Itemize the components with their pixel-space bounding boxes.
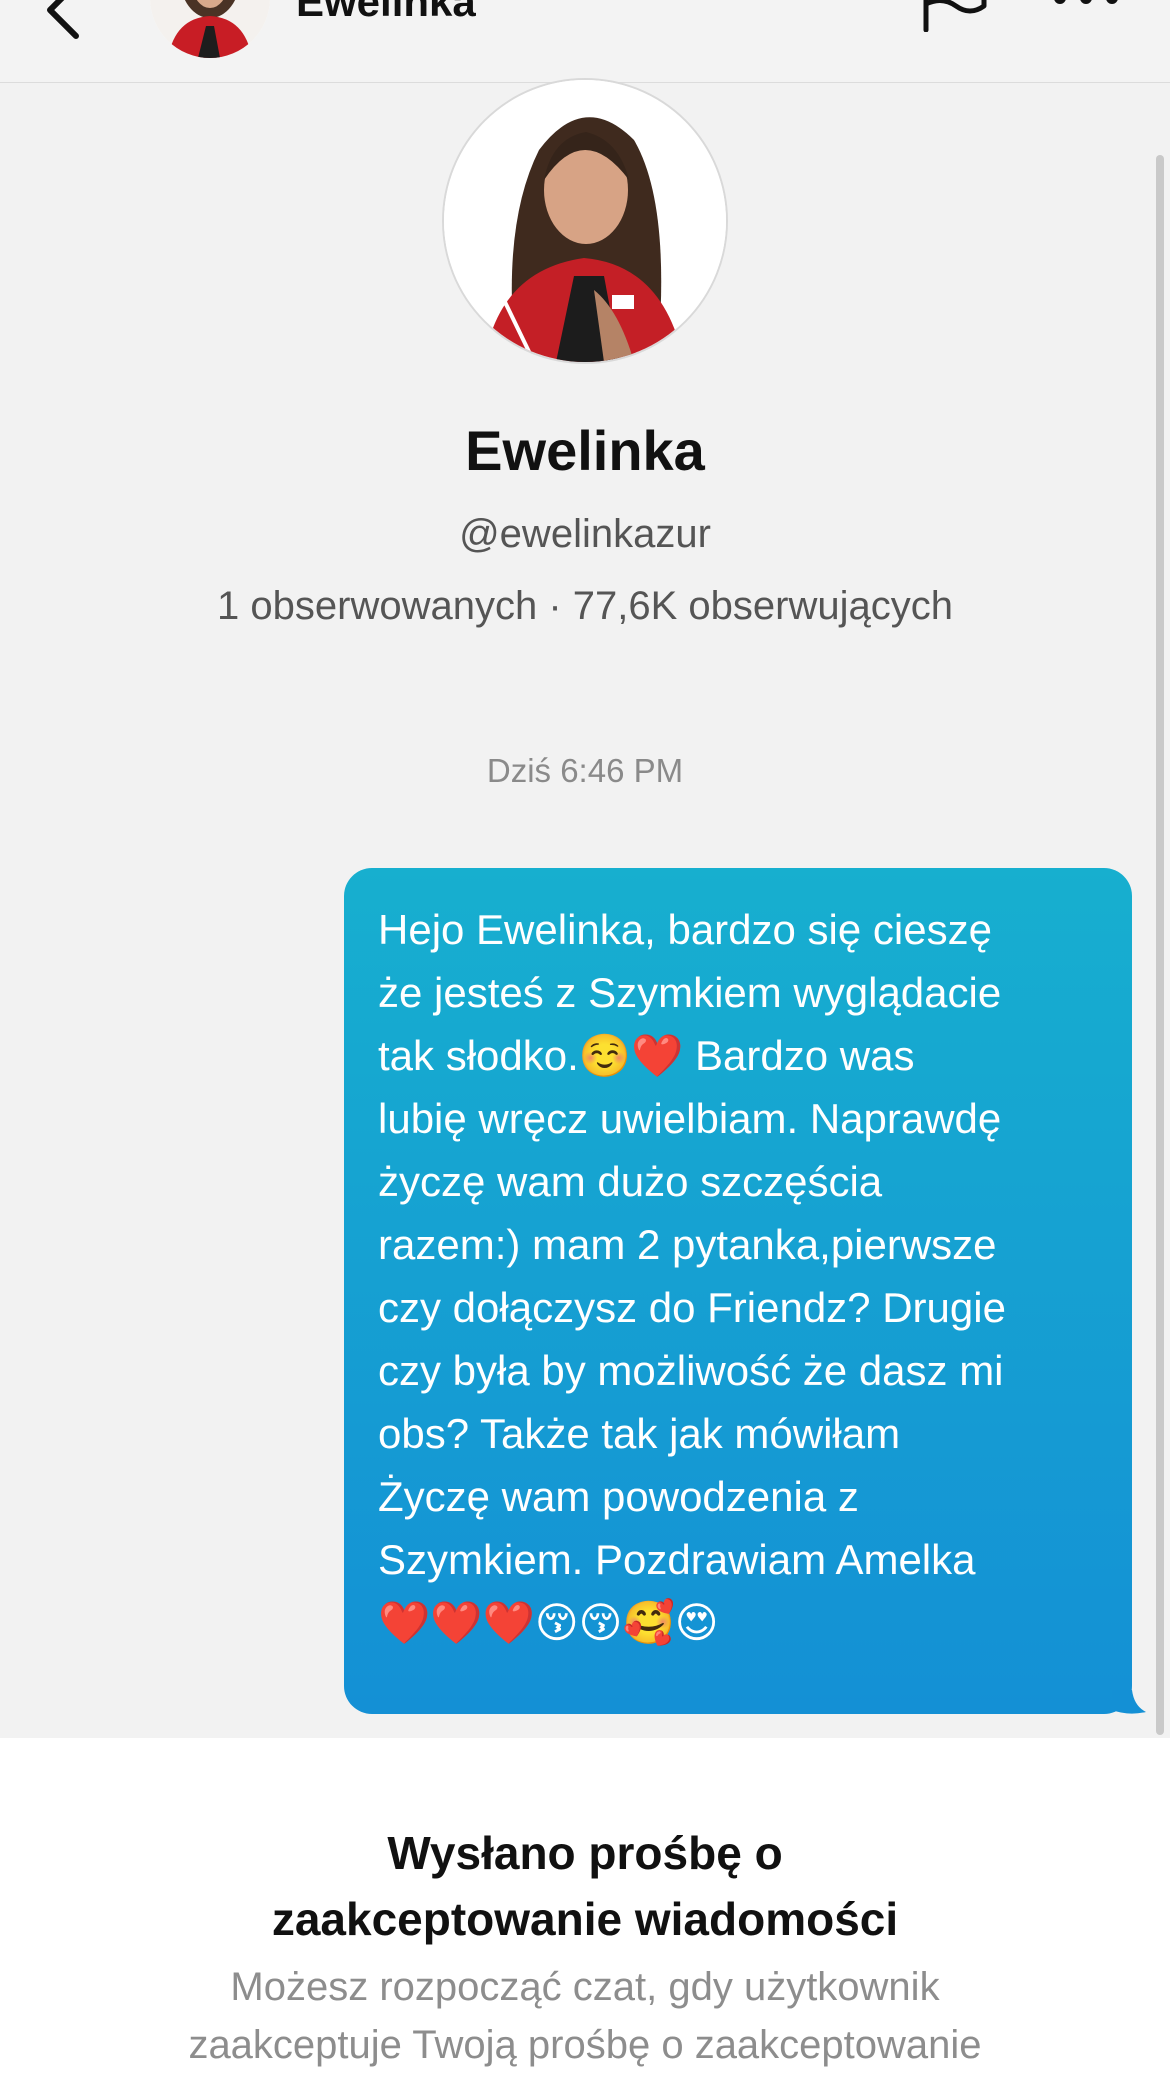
bubble-tail: [1112, 1690, 1146, 1714]
message-text: Hejo Ewelinka, bardzo się cieszę że jest…: [378, 906, 1006, 1646]
request-description: Możesz rozpocząć czat, gdy użytkownik za…: [188, 1965, 982, 2067]
scrollbar[interactable]: [1156, 155, 1164, 1735]
header-username[interactable]: Ewelinka: [296, 0, 476, 26]
flag-icon[interactable]: [920, 0, 990, 32]
profile-name: Ewelinka: [465, 419, 705, 482]
profile-avatar[interactable]: [442, 78, 728, 364]
message-timestamp: Dziś 6:46 PM: [486, 752, 684, 789]
message-request-panel: Wysłano prośbę o zaakceptowanie wiadomoś…: [0, 1738, 1170, 2080]
top-nav-bar: Ewelinka: [0, 0, 1170, 83]
profile-handle: @ewelinkazur: [459, 512, 711, 556]
sent-message-bubble[interactable]: Hejo Ewelinka, bardzo się cieszę że jest…: [344, 868, 1132, 1714]
request-title: Wysłano prośbę o zaakceptowanie wiadomoś…: [271, 1827, 899, 1945]
profile-stats: 1 obserwowanych · 77,6K obserwujących: [217, 584, 953, 628]
back-arrow-icon[interactable]: [38, 0, 98, 40]
header-avatar[interactable]: [150, 0, 270, 58]
more-options-icon[interactable]: [1050, 0, 1122, 12]
